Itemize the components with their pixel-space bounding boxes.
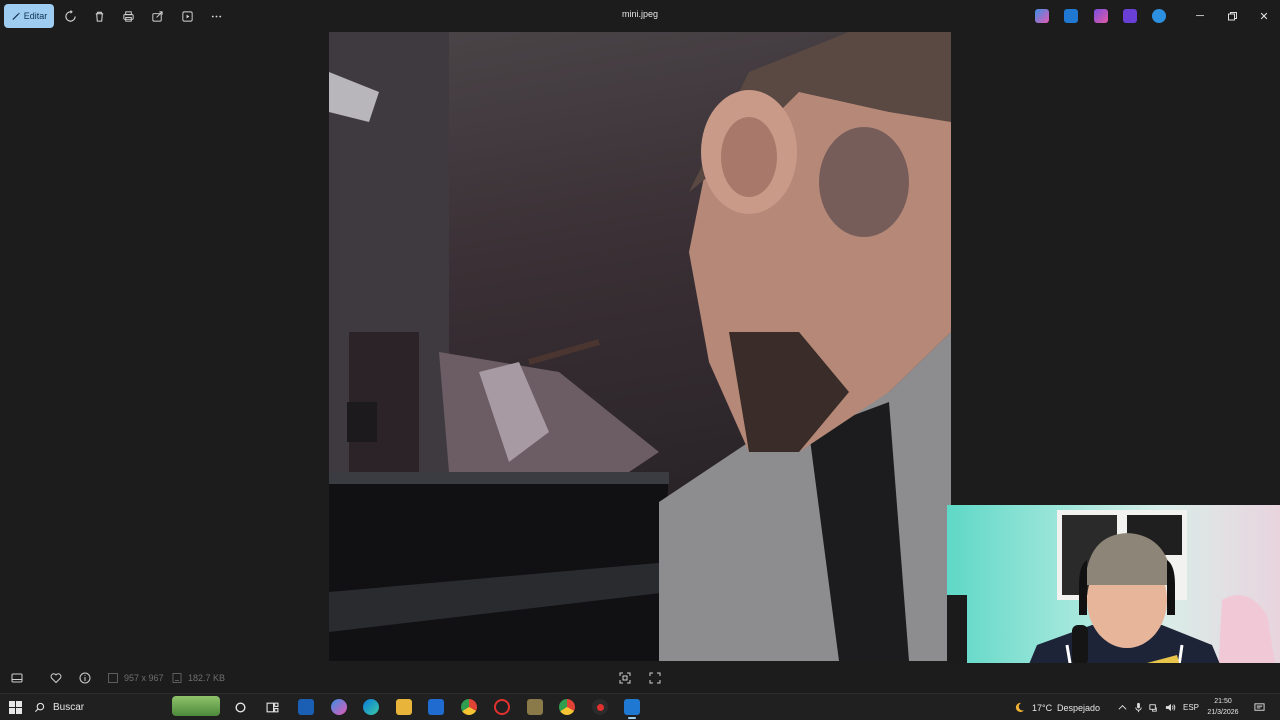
search-highlight-image <box>172 696 220 716</box>
close-button[interactable]: ✕ <box>1256 8 1272 24</box>
file-size-icon <box>170 671 184 685</box>
taskbar-app-chrome[interactable] <box>461 699 477 715</box>
file-title: mini.jpeg <box>621 9 659 19</box>
trash-icon <box>95 11 103 22</box>
clock-date: 21/3/2026 <box>1207 709 1239 716</box>
taskbar-app-photos[interactable] <box>624 699 640 719</box>
start-button[interactable] <box>9 701 22 714</box>
network-tray-icon[interactable] <box>1147 701 1159 713</box>
weather-description: Despejado <box>1057 703 1101 713</box>
notification-icon <box>1253 702 1265 711</box>
notifications-button[interactable] <box>1253 701 1265 713</box>
clipchamp-icon[interactable] <box>1094 9 1108 23</box>
filmstrip-icon <box>11 673 23 683</box>
clock-time: 21:50 <box>1214 698 1232 705</box>
photo-viewer-image[interactable] <box>329 32 951 661</box>
edit-button-label: Editar <box>23 11 48 21</box>
weather-temperature: 17°C <box>1032 703 1053 713</box>
taskbar-app-copilot[interactable] <box>331 699 347 715</box>
cortana-icon <box>234 701 246 713</box>
language-indicator[interactable]: ESP <box>1183 703 1199 712</box>
weather-icon[interactable] <box>1013 701 1025 713</box>
delete-button[interactable] <box>89 6 109 26</box>
search-icon <box>34 702 45 712</box>
cortana-button[interactable] <box>232 699 248 715</box>
taskbar-app-edge[interactable] <box>363 699 379 715</box>
file-info-button[interactable] <box>78 671 92 685</box>
show-hidden-icons-button[interactable] <box>1116 701 1128 713</box>
command-bar: Editar mini.jpeg ─ ✕ <box>0 0 1280 32</box>
share-button[interactable] <box>147 6 167 26</box>
photo-illustration <box>329 32 951 661</box>
fit-to-window-button[interactable] <box>618 671 632 685</box>
print-button[interactable] <box>118 6 138 26</box>
edit-icon <box>12 12 20 20</box>
chevron-up-icon <box>1118 704 1126 710</box>
volume-tray-icon[interactable] <box>1164 701 1176 713</box>
info-icon <box>79 672 91 684</box>
full-screen-button[interactable] <box>648 671 662 685</box>
fit-icon <box>619 672 631 684</box>
task-view-icon <box>266 702 278 712</box>
printer-icon <box>122 10 134 22</box>
search-placeholder: Buscar <box>53 701 85 713</box>
taskbar-app-explorer[interactable] <box>396 699 412 715</box>
windows-taskbar: Buscar 17°C Despejado ESP 21:50 21/3/202… <box>0 693 1280 720</box>
taskbar-app-opera[interactable] <box>494 699 510 715</box>
slideshow-icon <box>181 10 193 22</box>
photo-editor-icon[interactable] <box>1064 9 1078 23</box>
record-icon <box>596 703 604 711</box>
image-status-bar: 957 x 967 182.7 KB <box>0 663 1280 693</box>
edit-button[interactable]: Editar <box>4 4 54 28</box>
rotate-button[interactable] <box>60 6 80 26</box>
taskbar-app-store[interactable] <box>298 699 314 715</box>
taskbar-app-game[interactable] <box>527 699 543 715</box>
rotate-icon <box>64 9 76 22</box>
taskbar-clock[interactable]: 21:50 21/3/2026 <box>1198 696 1248 718</box>
more-options-button[interactable] <box>206 6 226 26</box>
taskbar-app-chrome-2[interactable] <box>559 699 575 715</box>
more-icon <box>211 15 221 17</box>
copilot-icon[interactable] <box>1035 9 1049 23</box>
designer-icon[interactable] <box>1123 9 1137 23</box>
task-view-button[interactable] <box>264 699 280 715</box>
minimize-icon: ─ <box>1196 10 1204 22</box>
file-size: 182.7 KB <box>188 673 226 683</box>
heart-icon <box>50 673 62 684</box>
minimize-button[interactable]: ─ <box>1192 8 1208 24</box>
share-icon <box>151 10 163 22</box>
restore-button[interactable] <box>1224 8 1240 24</box>
taskbar-app-recorder[interactable] <box>592 699 608 715</box>
slideshow-button[interactable] <box>177 6 197 26</box>
restore-icon <box>1227 11 1237 20</box>
windows-logo-icon <box>9 701 15 707</box>
close-icon: ✕ <box>1259 10 1269 23</box>
filmstrip-button[interactable] <box>10 671 24 685</box>
fullscreen-icon <box>649 672 661 684</box>
taskbar-app-outlook[interactable] <box>428 699 444 715</box>
image-dimensions: 957 x 967 <box>124 673 164 683</box>
onedrive-icon[interactable] <box>1152 9 1166 23</box>
dimensions-icon <box>106 671 120 685</box>
favorite-button[interactable] <box>49 671 63 685</box>
microphone-tray-icon[interactable] <box>1132 701 1144 713</box>
